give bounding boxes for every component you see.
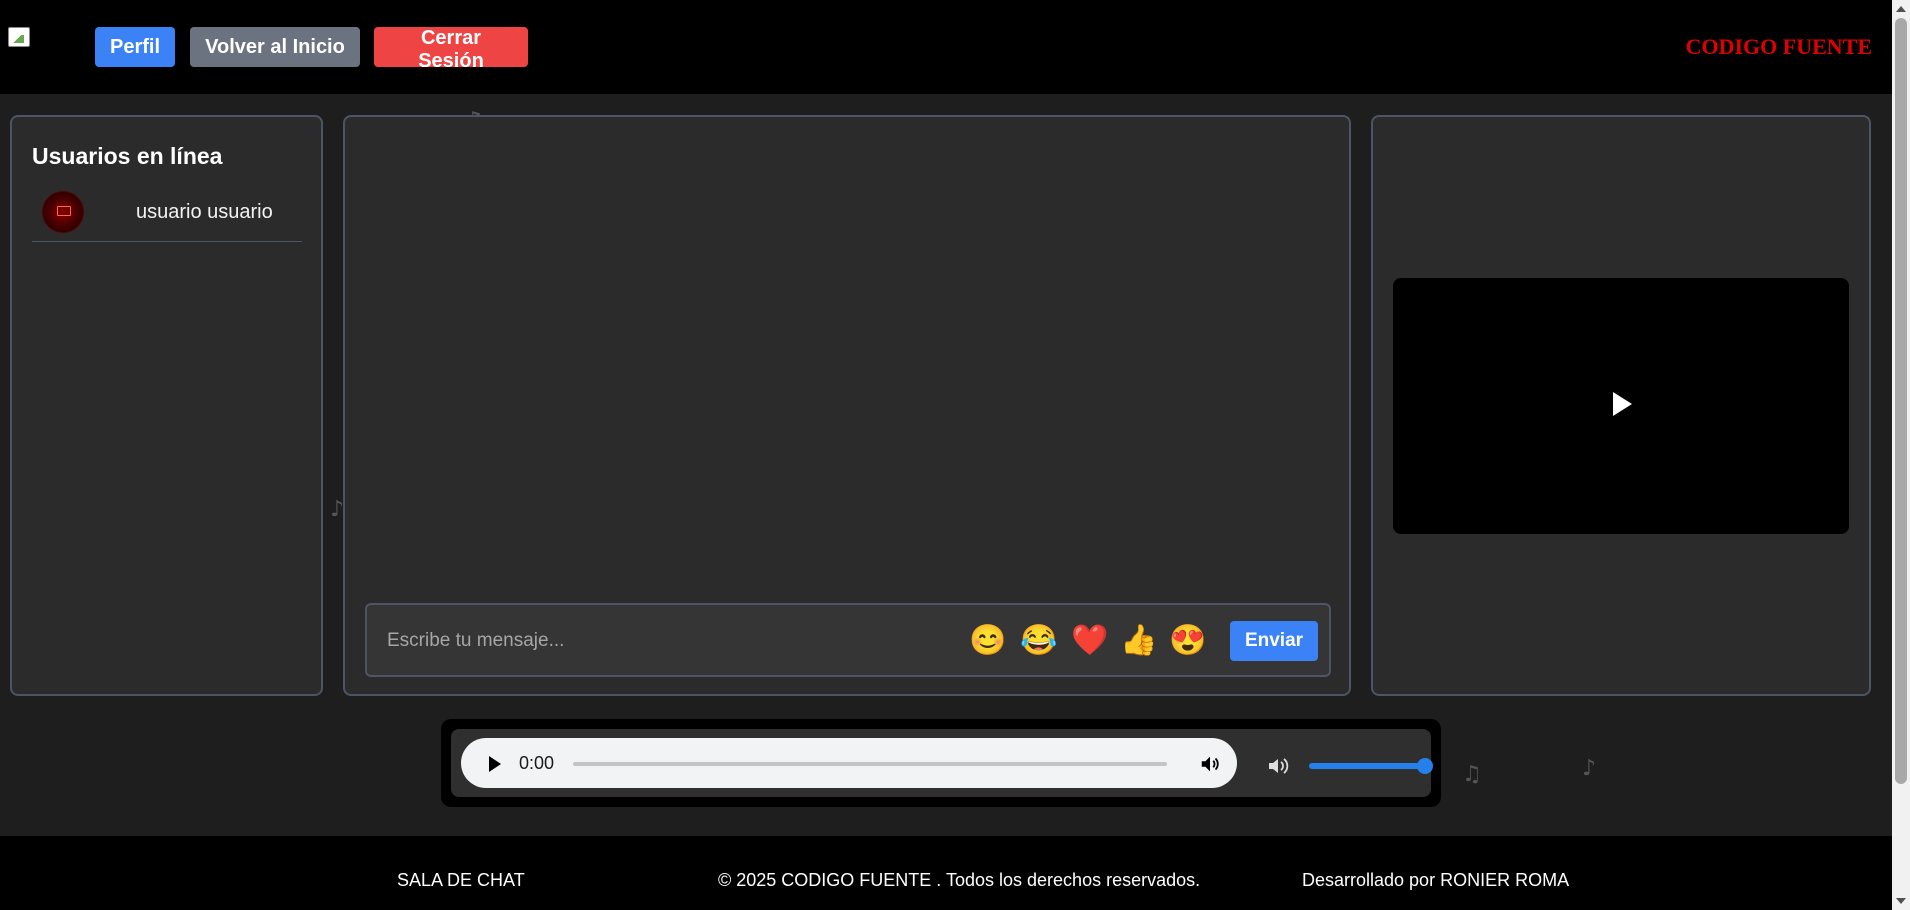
- user-list-item[interactable]: usuario usuario: [32, 189, 302, 242]
- volume-slider[interactable]: [1309, 758, 1433, 774]
- music-note-icon: ♫: [1462, 762, 1482, 787]
- music-note-icon: ♪: [1582, 756, 1597, 781]
- audio-player-container: 0:00: [441, 719, 1441, 807]
- heart-eyes-emoji-button[interactable]: 😍: [1169, 622, 1207, 660]
- back-home-button[interactable]: Volver al Inicio: [190, 27, 360, 67]
- message-input-bar: 😊 😂 ❤️ 👍 😍 Enviar: [365, 603, 1331, 677]
- user-name: usuario usuario: [136, 201, 273, 223]
- broken-logo-image-icon: [8, 27, 30, 47]
- play-icon[interactable]: [1613, 392, 1632, 416]
- laugh-emoji-button[interactable]: 😂: [1020, 622, 1058, 660]
- scrollbar-thumb[interactable]: [1895, 18, 1907, 784]
- video-player[interactable]: [1393, 278, 1849, 534]
- audio-time: 0:00: [519, 753, 555, 773]
- chat-panel: 😊 😂 ❤️ 👍 😍 Enviar: [343, 115, 1351, 696]
- footer: SALA DE CHAT © 2025 CODIGO FUENTE . Todo…: [0, 836, 1892, 910]
- scroll-down-icon[interactable]: [1896, 898, 1906, 904]
- brand-title: CODIGO FUENTE: [1685, 34, 1872, 59]
- speaker-icon[interactable]: [1267, 756, 1293, 776]
- top-header: Perfil Volver al Inicio Cerrar Sesión CO…: [0, 0, 1892, 94]
- volume-slider-handle[interactable]: [1417, 758, 1433, 774]
- audio-player-inner: 0:00: [451, 729, 1433, 797]
- online-users-panel: Usuarios en línea usuario usuario: [10, 115, 323, 696]
- footer-copyright: © 2025 CODIGO FUENTE . Todos los derecho…: [718, 870, 1201, 890]
- send-button[interactable]: Enviar: [1230, 621, 1318, 661]
- footer-developer-credit: Desarrollado por RONIER ROMA: [1302, 870, 1570, 890]
- audio-play-icon[interactable]: [489, 756, 501, 772]
- thumbs-up-emoji-button[interactable]: 👍: [1120, 622, 1158, 660]
- logout-button[interactable]: Cerrar Sesión: [374, 27, 528, 72]
- audio-volume-icon[interactable]: [1199, 753, 1221, 775]
- audio-player: 0:00: [461, 738, 1237, 788]
- smile-emoji-button[interactable]: 😊: [969, 622, 1007, 660]
- page-scrollbar[interactable]: [1892, 0, 1910, 910]
- scroll-up-icon[interactable]: [1896, 6, 1906, 12]
- heart-emoji-button[interactable]: ❤️: [1071, 622, 1109, 660]
- avatar: [42, 191, 84, 233]
- profile-button[interactable]: Perfil: [95, 27, 175, 67]
- online-users-title: Usuarios en línea: [32, 143, 223, 169]
- audio-progress-bar[interactable]: [573, 762, 1167, 766]
- message-input[interactable]: [385, 623, 959, 659]
- footer-chat-room-label: SALA DE CHAT: [397, 870, 525, 890]
- music-note-icon: ♪: [330, 497, 345, 522]
- video-panel: [1371, 115, 1871, 696]
